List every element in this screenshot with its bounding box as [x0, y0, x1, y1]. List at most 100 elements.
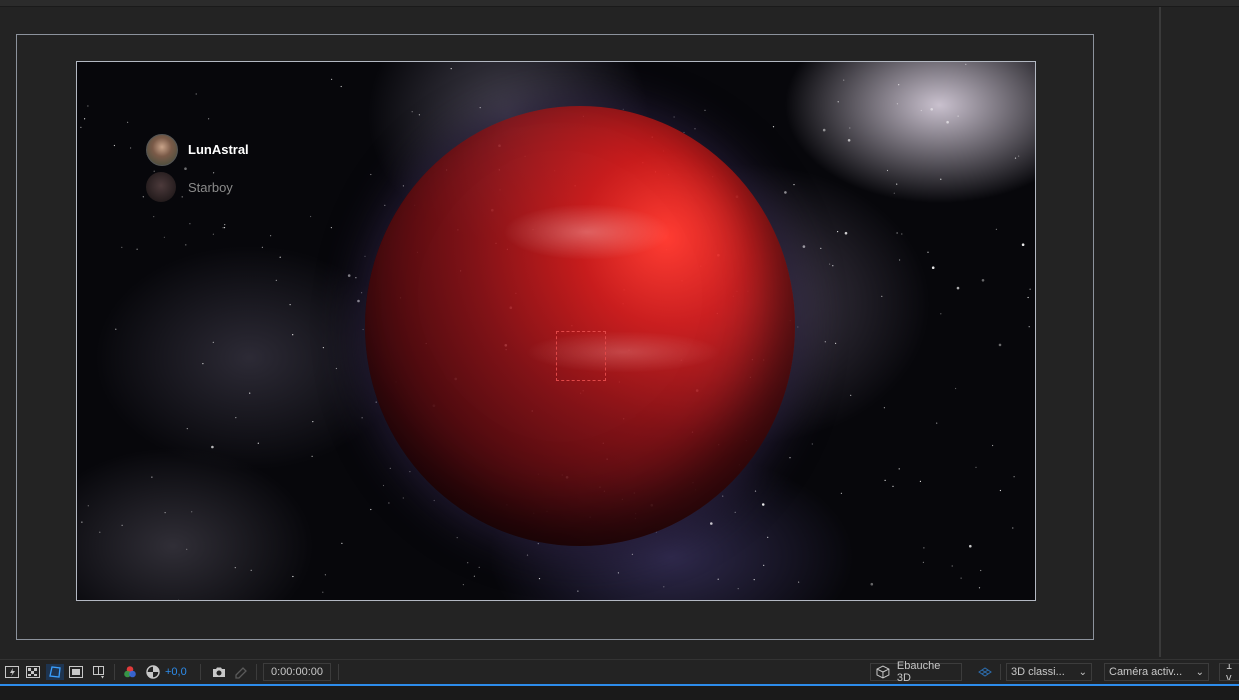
star	[212, 233, 214, 235]
mask-path-icon[interactable]	[46, 664, 64, 680]
star	[899, 259, 901, 261]
star	[898, 84, 900, 86]
star	[886, 169, 889, 172]
star	[456, 537, 458, 539]
camera-dropdown-value: Caméra activ...	[1109, 666, 1183, 678]
star	[409, 471, 411, 473]
star	[191, 511, 193, 513]
show-snapshot-icon[interactable]	[233, 664, 249, 680]
star	[292, 575, 294, 578]
composition-viewer[interactable]: LunAstral Starboy	[0, 7, 1159, 657]
star	[1029, 288, 1031, 290]
camera-dropdown[interactable]: Caméra activ... ⌄	[1104, 663, 1209, 681]
star	[185, 244, 187, 246]
star	[223, 227, 226, 229]
anchor-point-box[interactable]	[556, 331, 606, 381]
star	[87, 105, 89, 107]
star	[289, 304, 291, 306]
fast-previews-icon[interactable]	[4, 664, 20, 680]
renderer-dropdown[interactable]: 3D classi... ⌄	[1006, 663, 1092, 681]
star	[538, 578, 541, 580]
star	[80, 126, 82, 128]
viewer-toolbar: +0,0 0:00:00:00 Ebauche 3D 3D classi... …	[0, 659, 1239, 684]
star	[898, 468, 900, 470]
star	[772, 126, 775, 128]
views-dropdown[interactable]: 1 v	[1219, 663, 1239, 681]
star	[936, 422, 938, 424]
star	[843, 79, 845, 81]
current-time-field[interactable]: 0:00:00:00	[263, 663, 331, 681]
star	[930, 108, 933, 111]
region-of-interest-icon[interactable]	[68, 664, 84, 680]
star	[331, 78, 333, 80]
panel-bottom-bar	[0, 684, 1239, 700]
star	[195, 93, 197, 95]
star	[186, 428, 188, 430]
star	[184, 167, 187, 170]
star	[163, 236, 165, 238]
star	[375, 401, 377, 403]
star	[364, 255, 366, 257]
transparency-grid-icon[interactable]	[25, 664, 41, 680]
chevron-down-icon: ⌄	[1195, 666, 1204, 678]
star	[992, 444, 994, 447]
toggle-view-icon[interactable]	[90, 664, 108, 680]
snapshot-icon[interactable]	[211, 664, 227, 680]
star	[1018, 155, 1020, 157]
star	[820, 247, 822, 249]
planet-clouds	[407, 142, 767, 442]
star	[922, 561, 925, 563]
toolbar-separator	[256, 664, 257, 680]
star	[388, 502, 390, 504]
star	[347, 274, 351, 277]
star	[402, 497, 404, 499]
star	[884, 479, 886, 481]
star	[893, 192, 895, 194]
star	[832, 265, 834, 267]
channel-icon[interactable]	[122, 664, 138, 680]
star	[341, 542, 343, 544]
star	[87, 505, 89, 507]
star	[224, 224, 226, 226]
star	[178, 599, 180, 600]
star	[837, 231, 839, 233]
star	[840, 492, 843, 494]
star	[802, 245, 806, 248]
star	[222, 227, 224, 229]
star	[312, 421, 314, 423]
star	[655, 531, 658, 533]
star	[235, 417, 237, 419]
star	[234, 567, 236, 569]
star	[631, 553, 634, 555]
star	[357, 299, 360, 303]
star	[1012, 527, 1014, 529]
star	[931, 266, 935, 269]
star	[526, 554, 529, 556]
star	[1014, 157, 1017, 159]
draft-3d-button[interactable]: Ebauche 3D	[870, 660, 962, 684]
star	[361, 292, 363, 294]
exposure-value[interactable]: +0,0	[165, 664, 189, 680]
star	[881, 295, 883, 297]
star	[763, 564, 765, 566]
star	[737, 588, 739, 590]
grid-view-icon[interactable]	[977, 664, 993, 680]
star	[835, 342, 837, 344]
star	[754, 490, 757, 492]
avatar	[146, 172, 176, 202]
star	[829, 263, 831, 265]
composition-canvas[interactable]: LunAstral Starboy	[76, 61, 1036, 601]
reset-exposure-icon[interactable]	[145, 664, 161, 680]
star	[577, 590, 579, 592]
star	[753, 579, 755, 581]
star	[275, 279, 277, 281]
star	[798, 581, 800, 583]
star	[478, 566, 480, 568]
star	[734, 511, 736, 513]
star	[181, 196, 183, 198]
star	[617, 572, 620, 574]
star	[462, 584, 464, 586]
star	[250, 569, 252, 571]
star	[279, 256, 281, 258]
user-name-starboy: Starboy	[188, 180, 233, 195]
